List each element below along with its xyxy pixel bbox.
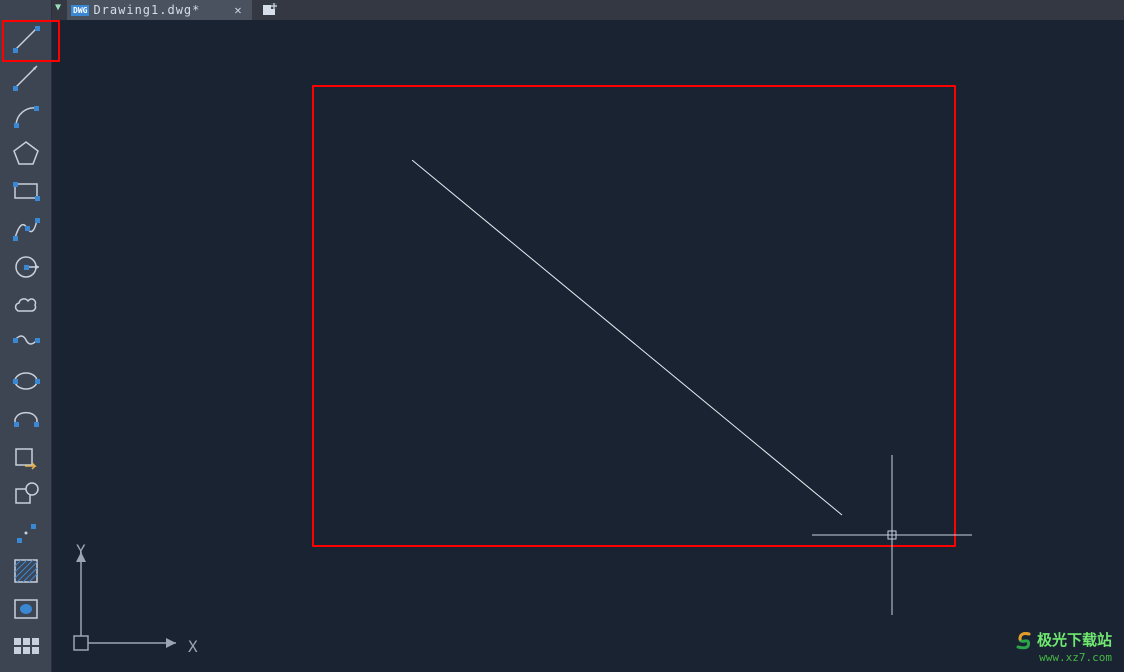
spline-tool-button[interactable]: [4, 210, 48, 248]
crosshair-cursor-icon: [812, 455, 972, 615]
axis-label-y: Y: [76, 541, 86, 560]
rectangle-tool-button[interactable]: [4, 172, 48, 210]
drawn-line: [412, 160, 872, 520]
line-tool-button[interactable]: [4, 20, 48, 58]
watermark-logo-icon: [1012, 629, 1034, 651]
make-block-tool-button[interactable]: [4, 476, 48, 514]
watermark-title: 极光下载站: [1037, 631, 1112, 649]
donut-tool-button[interactable]: [4, 590, 48, 628]
tab-title: Drawing1.dwg*: [93, 3, 200, 17]
tab-menu-dropdown-icon[interactable]: ▼: [55, 2, 61, 13]
axis-label-x: X: [188, 637, 198, 656]
watermark: 极光下载站 www.xz7.com: [1012, 629, 1112, 664]
tab-close-icon[interactable]: ✕: [234, 3, 241, 17]
helix-tool-button[interactable]: [4, 324, 48, 362]
revision-cloud-tool-button[interactable]: [4, 286, 48, 324]
new-tab-icon[interactable]: [262, 3, 278, 17]
ellipse-tool-button[interactable]: [4, 362, 48, 400]
ellipse-arc-tool-button[interactable]: [4, 400, 48, 438]
drawing-canvas[interactable]: Y X 极光下载站 www.xz7.com: [52, 20, 1124, 672]
polygon-tool-button[interactable]: [4, 134, 48, 172]
arc-tool-button[interactable]: [4, 96, 48, 134]
ucs-axis-icon: [66, 538, 206, 658]
insert-block-tool-button[interactable]: [4, 438, 48, 476]
dwg-file-icon: DWG: [71, 5, 89, 16]
draw-toolbar: [0, 0, 52, 672]
point-tool-button[interactable]: [4, 514, 48, 552]
grid-tool-button[interactable]: [4, 628, 48, 666]
construction-line-tool-button[interactable]: [4, 58, 48, 96]
hatch-tool-button[interactable]: [4, 552, 48, 590]
break-circle-tool-button[interactable]: [4, 248, 48, 286]
document-tab[interactable]: DWG Drawing1.dwg* ✕: [67, 0, 252, 20]
tab-bar: ▼ DWG Drawing1.dwg* ✕: [0, 0, 1124, 20]
canvas-highlight-box: [312, 85, 956, 547]
watermark-url: www.xz7.com: [1012, 651, 1112, 664]
